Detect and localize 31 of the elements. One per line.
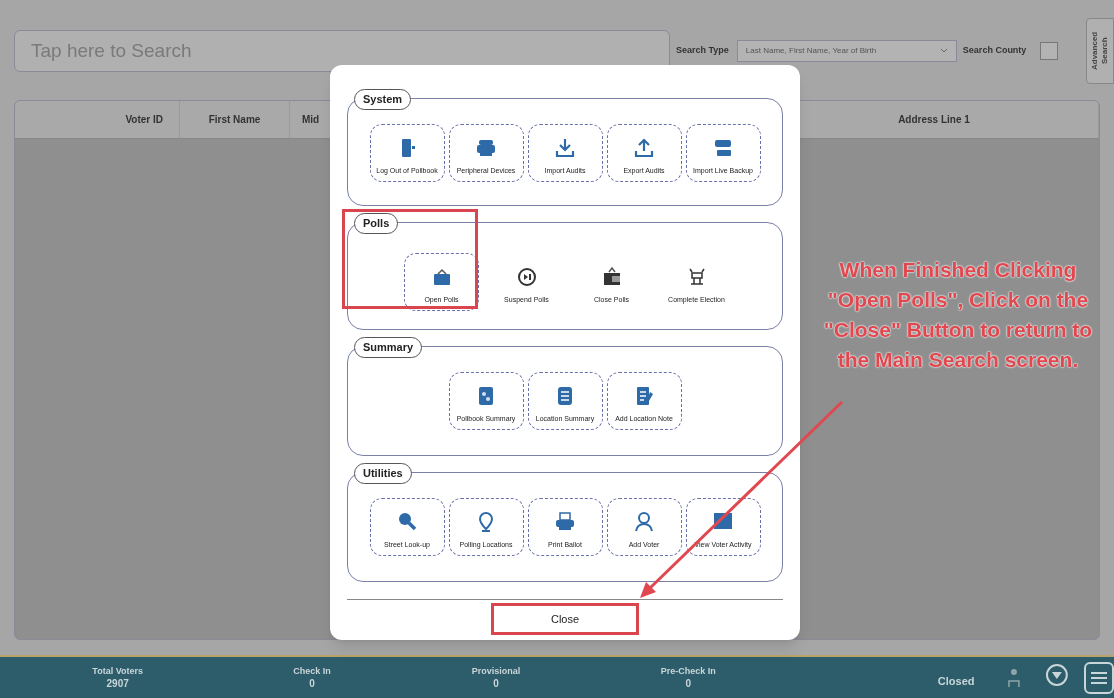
column-header: Voter ID (125, 113, 163, 127)
section-title: Summary (354, 337, 423, 358)
chevron-down-icon (939, 48, 948, 54)
menu-icon (1090, 670, 1109, 685)
stat-label: Pre-Check In (660, 664, 716, 677)
advanced-search-button[interactable]: Advanced Search (1086, 18, 1114, 84)
polls-status: Closed (937, 674, 975, 690)
search-type-dropdown[interactable]: Last Name, First Name, Year of Birth (736, 40, 957, 62)
search-type-label: Search Type (676, 44, 729, 58)
upload-icon (632, 136, 656, 160)
stat-label: Provisional (471, 664, 521, 677)
stat-label: Check In (293, 664, 331, 677)
column-header: Mid (302, 113, 320, 127)
stat-value: 0 (309, 676, 315, 691)
person-icon (632, 510, 656, 534)
stat-value: 0 (493, 676, 499, 691)
section-title: System (354, 89, 412, 110)
column-header: Address Line 1 (898, 113, 970, 127)
stat-value: 2907 (106, 676, 129, 691)
stat-value: 0 (685, 676, 692, 691)
close-button[interactable]: Close (491, 603, 639, 635)
section-title: Polls (354, 213, 399, 234)
stat-label: Total Voters (92, 664, 143, 677)
search-county-label: Search County (962, 44, 1027, 58)
download-icon (553, 136, 577, 160)
section-title: Utilities (354, 463, 412, 484)
checkbox[interactable] (1040, 42, 1059, 60)
annotation-text: When Finished Clicking "Open Polls", Click on the "Close" Button to return to the Main Search screen. (822, 257, 1094, 373)
person-icon[interactable] (1006, 666, 1021, 689)
column-header: First Name (208, 113, 261, 127)
menu-button[interactable] (1084, 661, 1114, 694)
